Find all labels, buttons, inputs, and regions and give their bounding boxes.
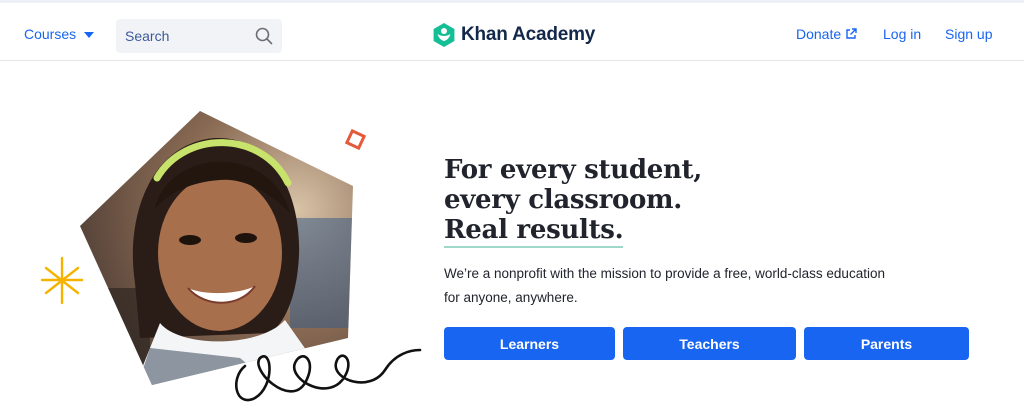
mission-statement: We’re a nonprofit with the mission to pr… bbox=[444, 266, 885, 305]
donate-label: Donate bbox=[796, 26, 842, 42]
khan-hexagon-logo-icon bbox=[433, 23, 455, 47]
headline-line-2: every classroom. bbox=[444, 185, 683, 215]
chevron-down-icon bbox=[84, 32, 95, 38]
search-input[interactable] bbox=[125, 28, 245, 44]
search-icon[interactable] bbox=[255, 27, 273, 45]
learners-button[interactable]: Learners bbox=[444, 327, 615, 360]
teachers-button[interactable]: Teachers bbox=[623, 327, 796, 360]
courses-label: Courses bbox=[24, 26, 77, 42]
external-link-icon bbox=[846, 28, 857, 39]
hero-illustration bbox=[40, 111, 422, 402]
student-photo bbox=[80, 111, 353, 385]
diamond-outline-icon bbox=[344, 128, 367, 151]
top-navbar: Courses Khan Academy Donate Log in Sign … bbox=[0, 3, 1024, 61]
sparkle-icon bbox=[40, 256, 84, 305]
signup-link[interactable]: Sign up bbox=[945, 26, 992, 42]
brand-name: Khan Academy bbox=[461, 24, 596, 45]
headline-line-3: Real results. bbox=[444, 215, 624, 248]
parents-button[interactable]: Parents bbox=[804, 327, 969, 360]
signup-label: Sign up bbox=[945, 26, 993, 42]
donate-link[interactable]: Donate bbox=[796, 26, 857, 42]
headline-line-1: For every student, bbox=[444, 155, 703, 185]
courses-menu-button[interactable]: Courses bbox=[24, 26, 95, 42]
search-box[interactable] bbox=[116, 19, 282, 53]
login-link[interactable]: Log in bbox=[883, 26, 921, 42]
squiggle-icon bbox=[235, 348, 422, 402]
hero-headline: For every student, every classroom. Real… bbox=[444, 155, 702, 248]
login-label: Log in bbox=[883, 26, 922, 42]
brand-logo-link[interactable]: Khan Academy bbox=[433, 23, 595, 47]
